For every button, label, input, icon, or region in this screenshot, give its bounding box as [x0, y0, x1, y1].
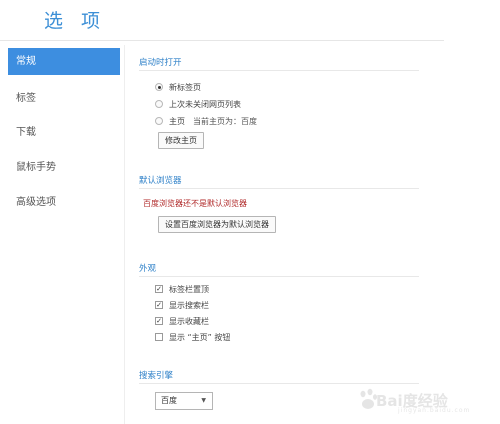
sidebar-item-downloads[interactable]: 下载 — [8, 119, 120, 146]
checkbox-home-button[interactable] — [155, 333, 163, 341]
appearance-option-tabs-on-top[interactable]: ✓ 标签栏置顶 — [155, 283, 209, 295]
appearance-option-label: 显示搜索栏 — [169, 300, 209, 310]
homepage-hint: 当前主页为：百度 — [193, 116, 257, 126]
startup-option-last-session[interactable]: 上次未关闭网页列表 — [155, 98, 241, 110]
appearance-option-label: 显示收藏栏 — [169, 316, 209, 326]
watermark: Bai度经验 jingyan.baidu.com — [358, 386, 486, 416]
paw-logo-icon — [360, 388, 377, 409]
appearance-option-home-button[interactable]: 显示 “主页” 按钮 — [155, 331, 230, 343]
page-title: 选 项 — [44, 10, 107, 32]
startup-option-homepage[interactable]: 主页 当前主页为：百度 — [155, 115, 257, 127]
search-engine-select[interactable]: 百度 ▼ — [155, 392, 213, 410]
search-engine-section-title: 搜索引擎 — [139, 371, 174, 381]
appearance-section-divider — [139, 276, 419, 277]
startup-option-label: 上次未关闭网页列表 — [169, 99, 241, 109]
sidebar: 常规 标签 下载 鼠标手势 高级选项 — [0, 45, 124, 424]
sidebar-item-mouse-gestures[interactable]: 鼠标手势 — [8, 154, 120, 181]
default-browser-warning: 百度浏览器还不是默认浏览器 — [143, 199, 247, 208]
sidebar-item-advanced[interactable]: 高级选项 — [8, 189, 120, 216]
default-browser-section-divider — [139, 188, 419, 189]
set-default-browser-button[interactable]: 设置百度浏览器为默认浏览器 — [158, 216, 276, 233]
radio-homepage[interactable] — [155, 117, 163, 125]
checkbox-tabs-on-top[interactable]: ✓ — [155, 285, 163, 293]
startup-option-new-tab[interactable]: 新标签页 — [155, 81, 201, 93]
appearance-option-label: 标签栏置顶 — [169, 284, 209, 294]
startup-section-divider — [139, 70, 419, 71]
sidebar-item-tabs[interactable]: 标签 — [8, 85, 120, 112]
startup-option-label: 主页 — [169, 116, 185, 126]
checkbox-search-bar[interactable]: ✓ — [155, 301, 163, 309]
default-browser-section-title: 默认浏览器 — [139, 176, 182, 186]
edit-homepage-button[interactable]: 修改主页 — [158, 132, 204, 149]
appearance-option-bookmarks-bar[interactable]: ✓ 显示收藏栏 — [155, 315, 209, 327]
radio-new-tab[interactable] — [155, 83, 163, 91]
chevron-down-icon: ▼ — [201, 397, 206, 404]
search-engine-selected: 百度 — [161, 396, 177, 405]
checkbox-bookmarks-bar[interactable]: ✓ — [155, 317, 163, 325]
appearance-section-title: 外观 — [139, 264, 157, 274]
startup-section-title: 启动时打开 — [139, 58, 182, 68]
settings-panel: 启动时打开 新标签页 上次未关闭网页列表 主页 当前主页为：百度 修改主页 默认… — [125, 41, 455, 424]
startup-option-label: 新标签页 — [169, 82, 201, 92]
appearance-option-label: 显示 “主页” 按钮 — [169, 332, 231, 342]
radio-last-session[interactable] — [155, 100, 163, 108]
watermark-url: jingyan.baidu.com — [398, 407, 471, 414]
sidebar-item-general[interactable]: 常规 — [8, 48, 120, 75]
search-engine-section-divider — [139, 383, 419, 384]
appearance-option-search-bar[interactable]: ✓ 显示搜索栏 — [155, 299, 209, 311]
